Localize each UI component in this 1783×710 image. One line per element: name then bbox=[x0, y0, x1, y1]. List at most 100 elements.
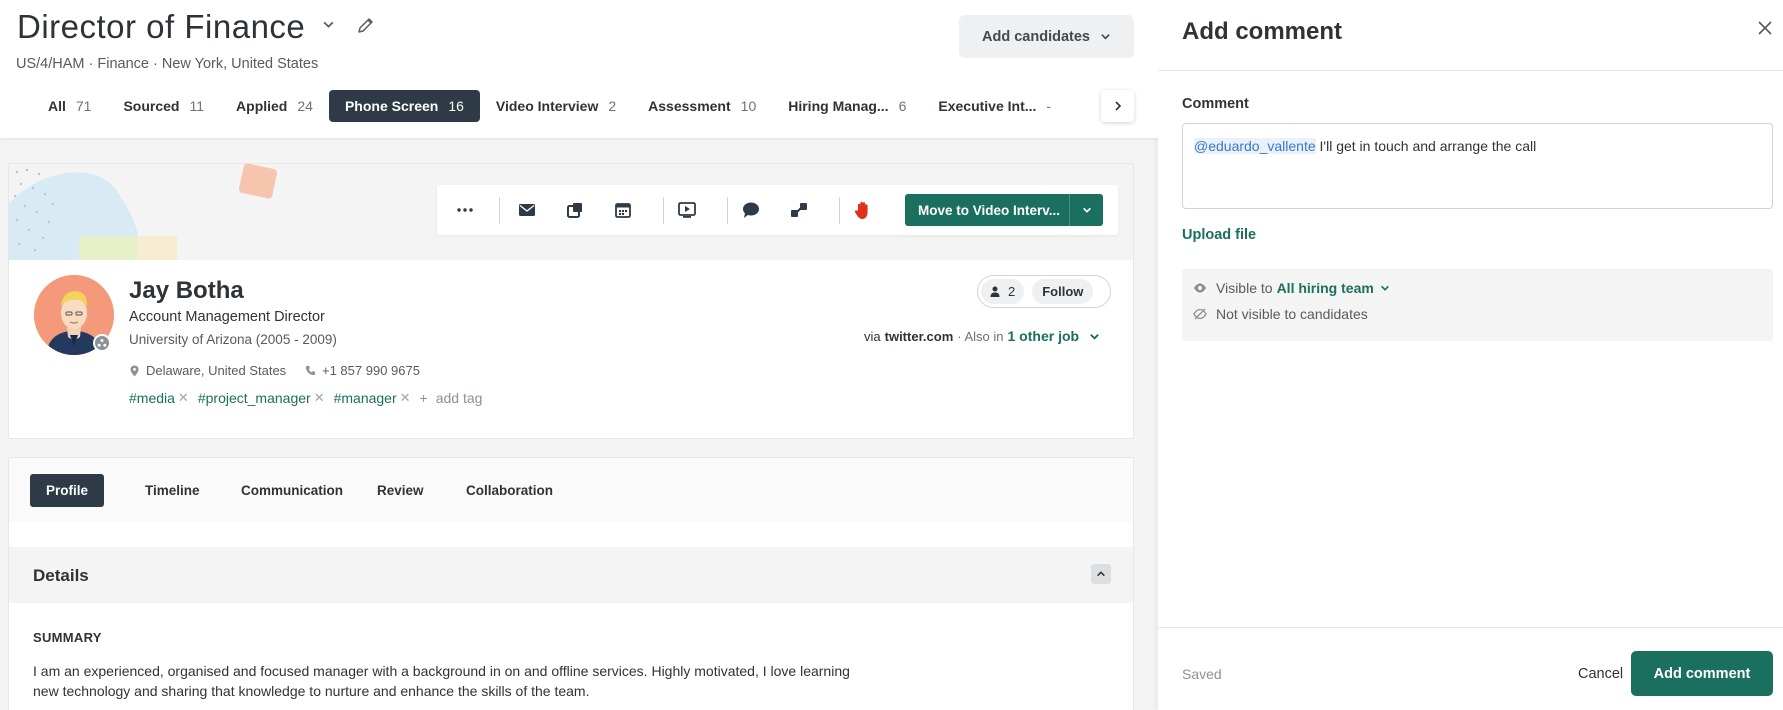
email-icon[interactable] bbox=[515, 198, 539, 222]
add-comment-button[interactable]: Add comment bbox=[1631, 651, 1773, 696]
job-title[interactable]: Director of Finance bbox=[17, 8, 305, 46]
followers-count[interactable]: 2 bbox=[981, 279, 1025, 304]
visibility-dropdown[interactable]: All hiring team bbox=[1277, 280, 1374, 296]
stop-hand-icon[interactable] bbox=[851, 198, 875, 222]
divider bbox=[1158, 70, 1783, 71]
tag[interactable]: #manager bbox=[334, 390, 397, 406]
details-section-header[interactable]: Details bbox=[9, 547, 1133, 603]
comment-text: I'll get in touch and arrange the call bbox=[1315, 138, 1537, 154]
stage-tab-phone-screen[interactable]: Phone Screen 16 bbox=[328, 90, 480, 122]
details-heading: Details bbox=[33, 566, 89, 585]
stage-count: 10 bbox=[740, 98, 757, 114]
source-badge-icon bbox=[93, 334, 111, 352]
remove-tag-icon[interactable]: ✕ bbox=[400, 390, 411, 406]
other-jobs-link[interactable]: 1 other job bbox=[1008, 328, 1080, 344]
candidate-pane: Director of Finance US/4/HAM · Finance ·… bbox=[0, 0, 1158, 710]
job-subtitle: US/4/HAM · Finance · New York, United St… bbox=[16, 56, 319, 72]
candidate-role: Account Management Director bbox=[129, 309, 325, 325]
move-stage-button[interactable]: Move to Video Interv... bbox=[905, 194, 1103, 226]
collapse-button[interactable] bbox=[1091, 564, 1111, 584]
move-stage-dropdown[interactable] bbox=[1069, 194, 1103, 226]
source-name: twitter.com bbox=[884, 328, 954, 344]
close-icon[interactable] bbox=[1756, 19, 1774, 37]
stage-tab-sourced[interactable]: Sourced 11 bbox=[107, 90, 220, 122]
visibility-box: Visible to All hiring team Not visible t… bbox=[1182, 269, 1773, 341]
stage-count: - bbox=[1046, 98, 1052, 114]
link-icon[interactable] bbox=[787, 198, 811, 222]
divider bbox=[839, 197, 840, 224]
mention-chip[interactable]: @eduardo_vallente bbox=[1194, 138, 1316, 154]
calendar-icon[interactable] bbox=[611, 198, 635, 222]
chevron-down-icon bbox=[1082, 207, 1091, 213]
chevron-down-icon[interactable] bbox=[1380, 283, 1390, 293]
candidate-education: University of Arizona (2005 - 2009) bbox=[129, 332, 337, 347]
share-icon[interactable] bbox=[563, 198, 587, 222]
stage-count: 16 bbox=[448, 98, 464, 114]
source-line: via twitter.com · Also in 1 other job bbox=[864, 328, 1100, 344]
cancel-button[interactable]: Cancel bbox=[1578, 666, 1623, 682]
candidate-phone[interactable]: +1 857 990 9675 bbox=[305, 363, 420, 378]
follow-button[interactable]: Follow bbox=[1032, 279, 1094, 304]
stage-label: Applied bbox=[236, 98, 288, 114]
follow-group: 2 Follow bbox=[977, 275, 1111, 308]
chevron-down-icon bbox=[1101, 34, 1110, 40]
chevron-down-icon[interactable] bbox=[1089, 331, 1100, 342]
tag[interactable]: #media bbox=[129, 390, 175, 406]
visible-prefix: Visible to bbox=[1216, 280, 1273, 296]
divider bbox=[499, 197, 500, 224]
chevron-down-icon[interactable] bbox=[322, 18, 335, 31]
tab-review[interactable]: Review bbox=[361, 474, 440, 507]
eye-off-icon bbox=[1193, 308, 1207, 320]
comment-icon[interactable] bbox=[739, 198, 763, 222]
not-visible-text: Not visible to candidates bbox=[1216, 306, 1368, 322]
add-candidates-label: Add candidates bbox=[982, 28, 1090, 45]
stage-tab-hiring-manager[interactable]: Hiring Manag... 6 bbox=[772, 90, 922, 122]
plus-icon: + bbox=[419, 390, 428, 406]
panel-title: Add comment bbox=[1182, 18, 1343, 45]
tag[interactable]: #project_manager bbox=[198, 390, 311, 406]
tab-collaboration[interactable]: Collaboration bbox=[450, 474, 569, 507]
candidate-name: Jay Botha bbox=[129, 277, 244, 304]
stage-label: Hiring Manag... bbox=[788, 98, 889, 114]
job-header: Director of Finance US/4/HAM · Finance ·… bbox=[0, 0, 1158, 138]
stage-tab-applied[interactable]: Applied 24 bbox=[220, 90, 329, 122]
add-tag-button[interactable]: + add tag bbox=[420, 390, 483, 406]
divider bbox=[1158, 627, 1783, 628]
tab-communication[interactable]: Communication bbox=[225, 474, 359, 507]
location-pin-icon bbox=[130, 365, 139, 376]
person-icon bbox=[990, 286, 1000, 297]
stage-tab-assessment[interactable]: Assessment 10 bbox=[632, 90, 772, 122]
also-in-text: · Also in bbox=[957, 328, 1004, 344]
remove-tag-icon[interactable]: ✕ bbox=[178, 390, 189, 406]
location-text: Delaware, United States bbox=[146, 363, 287, 378]
stage-tab-video-interview[interactable]: Video Interview 2 bbox=[480, 90, 632, 122]
followers-count-value: 2 bbox=[1008, 284, 1016, 299]
profile-tabs: Profile Timeline Communication Review Co… bbox=[9, 458, 1133, 522]
tag-list: #media ✕ #project_manager ✕ #manager ✕ + add… bbox=[129, 390, 482, 406]
more-icon[interactable] bbox=[453, 198, 477, 222]
stage-count: 2 bbox=[608, 98, 617, 114]
video-icon[interactable] bbox=[675, 198, 699, 222]
card-banner: Move to Video Interv... bbox=[9, 164, 1133, 260]
tab-timeline[interactable]: Timeline bbox=[129, 474, 216, 507]
chevron-right-icon bbox=[1114, 101, 1121, 111]
add-candidates-button[interactable]: Add candidates bbox=[959, 15, 1134, 58]
stages-scroll-right-button[interactable] bbox=[1101, 90, 1134, 122]
profile-card: Profile Timeline Communication Review Co… bbox=[8, 457, 1134, 710]
upload-file-link[interactable]: Upload file bbox=[1182, 227, 1256, 243]
stage-tab-executive-interview[interactable]: Executive Int... - bbox=[922, 90, 1067, 122]
banner-decoration bbox=[9, 164, 278, 260]
stage-label: Executive Int... bbox=[938, 98, 1037, 114]
candidate-action-bar: Move to Video Interv... bbox=[437, 185, 1118, 235]
pencil-icon[interactable] bbox=[356, 15, 376, 35]
stage-tab-all[interactable]: All 71 bbox=[32, 90, 107, 122]
comment-textarea[interactable]: @eduardo_vallente I'll get in touch and … bbox=[1182, 123, 1773, 209]
remove-tag-icon[interactable]: ✕ bbox=[314, 390, 325, 406]
summary-text: I am an experienced, organised and focus… bbox=[33, 663, 850, 699]
add-comment-panel: Add comment Comment @eduardo_vallente I'… bbox=[1158, 0, 1783, 710]
summary-heading: SUMMARY bbox=[33, 630, 102, 645]
stage-label: Sourced bbox=[123, 98, 180, 114]
divider bbox=[663, 197, 664, 224]
tab-profile[interactable]: Profile bbox=[30, 474, 105, 507]
stage-label: Phone Screen bbox=[344, 98, 439, 114]
